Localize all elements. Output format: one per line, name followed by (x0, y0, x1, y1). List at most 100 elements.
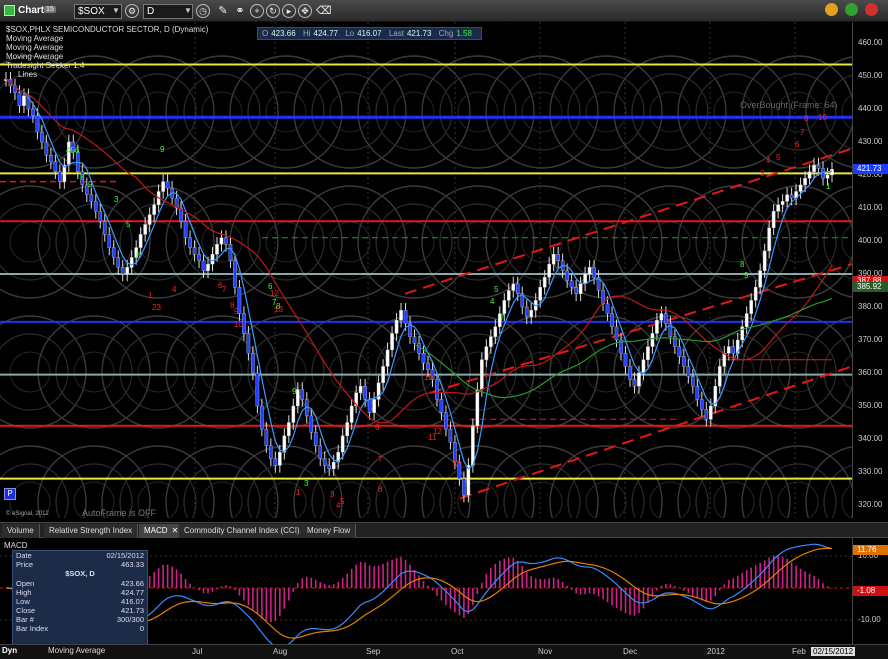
bar-body (102, 220, 107, 235)
cycle-circle (37, 315, 151, 429)
bar-body (807, 171, 812, 179)
data-row: Open 423.66 (13, 579, 147, 588)
study-label[interactable]: Tradesight Seeker 1.4 (6, 61, 84, 70)
bar-body (610, 313, 614, 328)
footer-study-label: Moving Average (48, 646, 106, 655)
cycle-circle (841, 354, 852, 390)
tab-cci[interactable]: Commodity Channel Index (CCI) (179, 524, 306, 538)
bar-body (331, 461, 336, 469)
seeker-count-label: 10 (424, 373, 433, 382)
bar-body (116, 257, 121, 268)
close-tab-icon[interactable]: ✕ (172, 526, 179, 535)
bar-body (138, 234, 143, 248)
cycle-circle (357, 185, 471, 299)
maximize-button[interactable] (845, 3, 858, 16)
data-value: 423.66 (121, 579, 144, 588)
bar-body (390, 333, 394, 351)
bar-body (394, 320, 399, 334)
date-label: Jul (192, 647, 203, 656)
cycle-circle (329, 91, 371, 133)
last-label: Last (388, 29, 404, 38)
macd-axis[interactable]: 10.00 -10.00 11.76 -1.08 (852, 538, 888, 644)
dyn-label[interactable]: Dyn (2, 646, 17, 655)
bar-body (89, 194, 94, 202)
tab-money-flow[interactable]: Money Flow (302, 524, 357, 538)
bar-body (708, 405, 713, 420)
seeker-count-label: 7 (800, 128, 805, 137)
date-label: Dec (623, 647, 638, 656)
zoom-icon[interactable]: + (250, 4, 264, 18)
bar-body (785, 194, 789, 202)
bar-body (538, 287, 543, 301)
bar-body (224, 237, 228, 245)
macd-tick-label: -10.00 (858, 615, 881, 624)
interval-dropdown-icon[interactable]: ▼ (184, 6, 192, 15)
cycle-circle (713, 91, 755, 133)
cycle-circle (457, 91, 499, 133)
bar-body (592, 267, 596, 278)
bar-body (569, 280, 574, 288)
minimize-button[interactable] (825, 3, 838, 16)
symbol-link-icon[interactable]: ⚙ (125, 4, 139, 18)
cycle-circle (677, 185, 791, 299)
bar-body (515, 283, 520, 294)
bar-body (565, 270, 569, 281)
tab-macd[interactable]: MACD ✕ (139, 524, 185, 538)
bar-body (421, 353, 426, 364)
date-label: Nov (538, 647, 553, 656)
tab-rsi[interactable]: Relative Strength Index (44, 524, 139, 538)
tab-label: Volume (7, 526, 34, 535)
bar-body (269, 445, 273, 460)
bar-body (399, 310, 403, 321)
bar-body (228, 244, 233, 262)
study-label[interactable]: Lines (18, 70, 37, 79)
price-tick-label: 410.00 (858, 203, 883, 212)
bar-body (816, 164, 821, 169)
data-value: 463.33 (121, 560, 144, 569)
interval-clock-icon[interactable]: ◷ (196, 4, 210, 18)
seeker-count-label: 3 (304, 479, 309, 488)
bar-body (506, 290, 511, 301)
seeker-count-label: 23 (152, 303, 161, 312)
data-key: Price (16, 560, 34, 569)
bar-body (143, 224, 147, 235)
window-title: Chart (18, 5, 45, 16)
data-key: High (16, 588, 32, 597)
p-badge[interactable]: P (4, 488, 16, 500)
data-row: Close 421.73 (13, 606, 147, 615)
cycle-circle (229, 315, 343, 429)
bar-body (749, 300, 753, 314)
eraser-icon[interactable]: ⌫ (316, 4, 332, 18)
study-label[interactable]: Moving Average (6, 43, 63, 52)
study-label[interactable]: Moving Average (6, 34, 63, 43)
bar-body (726, 346, 731, 354)
study-label[interactable]: Moving Average (6, 52, 63, 61)
data-key: Open (16, 579, 35, 588)
price-axis[interactable]: 460.00 450.00 440.00 430.00 420.00 410.00 400.… (852, 22, 888, 518)
symbol-dropdown-icon[interactable]: ▼ (112, 6, 120, 15)
bar-body (771, 211, 776, 229)
cursor-icon[interactable]: ✥ (298, 4, 312, 18)
link-icon[interactable]: ⚭ (233, 4, 247, 18)
play-icon[interactable]: ▸ (282, 4, 296, 18)
bar-body (655, 320, 659, 334)
date-axis[interactable]: Dyn Moving Average Jul Aug Sep Oct Nov D… (0, 644, 888, 659)
seeker-count-label: 1 (826, 182, 831, 191)
draw-pencil-icon[interactable]: ✎ (216, 4, 230, 18)
cycle-circle (73, 91, 115, 133)
cycle-circle (649, 221, 691, 263)
bar-body (664, 313, 668, 324)
bar-body (358, 386, 363, 394)
cycle-circle (439, 203, 517, 281)
refresh-icon[interactable]: ↻ (266, 4, 280, 18)
cycle-circle (265, 221, 307, 263)
bar-body (466, 465, 471, 496)
close-button[interactable] (865, 3, 878, 16)
macd-badge: 11.76 (853, 545, 888, 556)
tab-volume[interactable]: Volume (2, 524, 40, 538)
cycle-circle (777, 91, 819, 133)
bar-body (700, 399, 704, 410)
cycle-circle (137, 91, 179, 133)
date-label: Feb (792, 647, 806, 656)
price-chart[interactable]: 1 23 4 6 7 8 9 10 12 13 1 3 4 5 8 6 7 10 11 12 13 4 5 6 7 8 10 3 456… (0, 22, 852, 518)
